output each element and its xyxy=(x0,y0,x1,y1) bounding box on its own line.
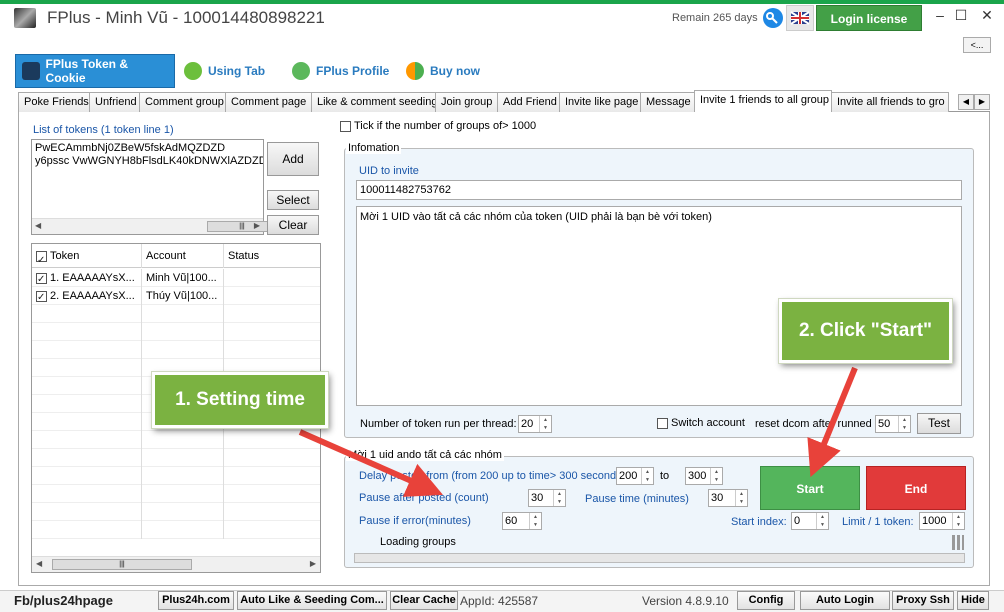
footer-brand: Fb/plus24hpage xyxy=(14,593,113,608)
auto-login-button[interactable]: Auto Login xyxy=(800,591,890,610)
callout-setting-time: 1. Setting time xyxy=(151,371,329,429)
plus24h-button[interactable]: Plus24h.com xyxy=(158,591,234,610)
clear-cache-button[interactable]: Clear Cache xyxy=(390,591,458,610)
auto-like-seeding-button[interactable]: Auto Like & Seeding Com... xyxy=(237,591,387,610)
arrow-to-start-button xyxy=(807,366,858,478)
arrow-to-pause-settings xyxy=(298,429,443,497)
callout-click-start: 2. Click "Start" xyxy=(778,298,953,364)
version-text: Version 4.8.9.10 xyxy=(642,594,729,608)
hide-button[interactable]: Hide xyxy=(957,591,989,610)
config-button[interactable]: Config xyxy=(737,591,795,610)
app-id: AppId: 425587 xyxy=(460,594,539,608)
proxy-ssh-button[interactable]: Proxy Ssh xyxy=(892,591,954,610)
tab-invite-1-friend-to-all-group[interactable]: Invite 1 friends to all group xyxy=(694,90,832,112)
